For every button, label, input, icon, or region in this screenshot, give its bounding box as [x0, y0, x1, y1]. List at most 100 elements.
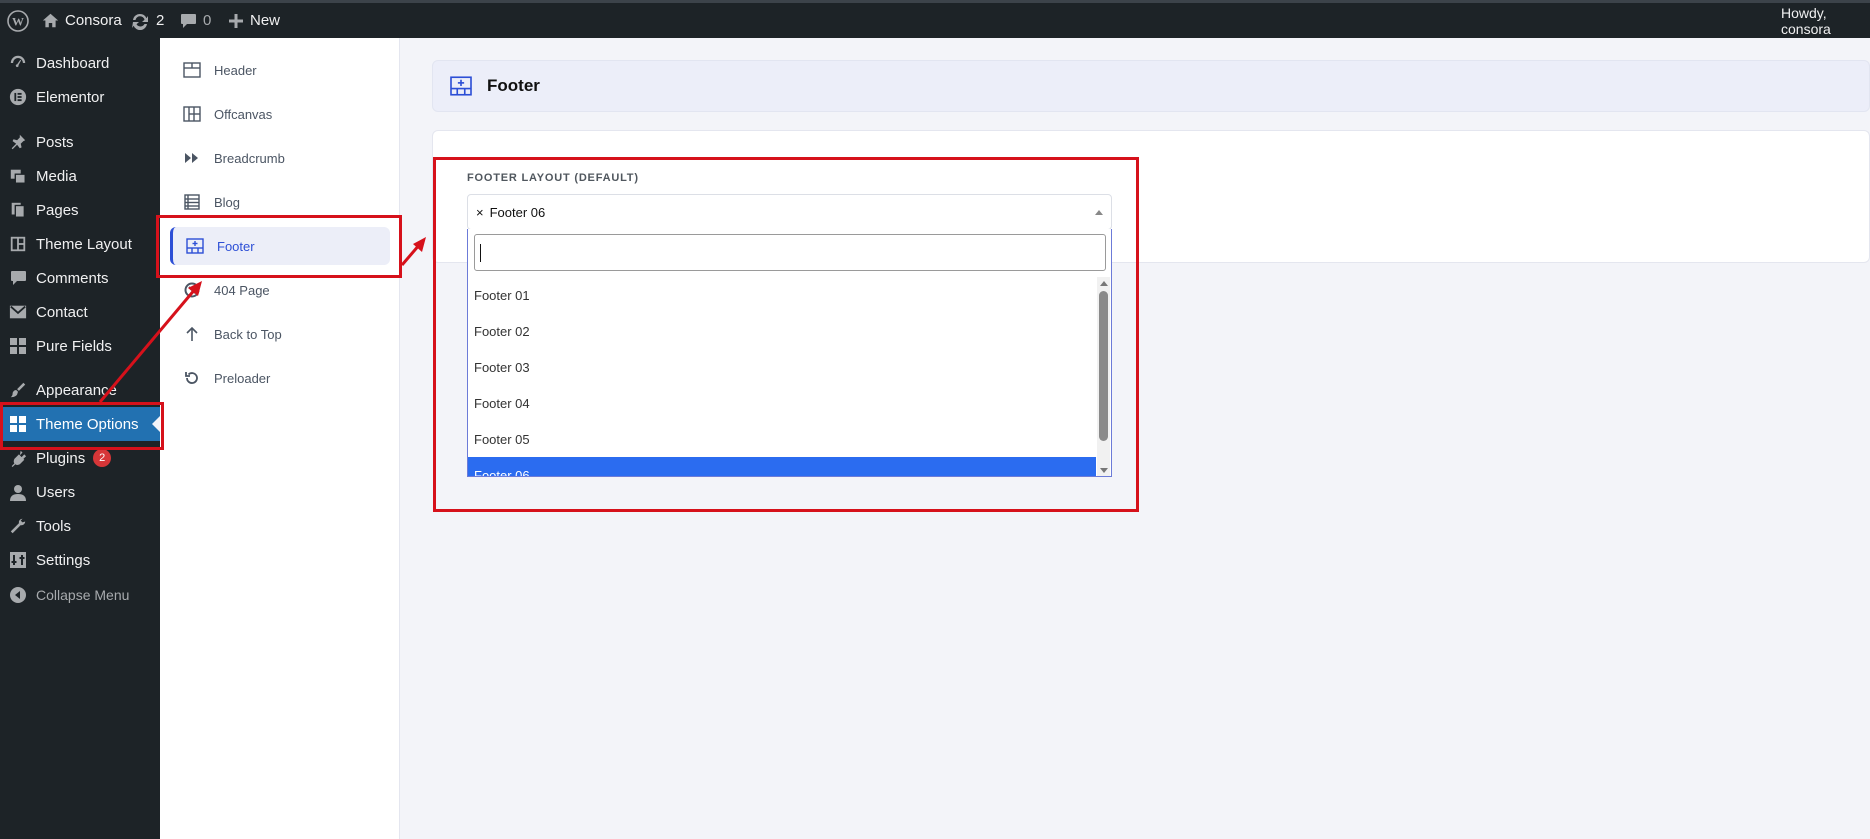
- tab-label: Header: [214, 62, 257, 78]
- site-name: Consora: [65, 12, 122, 29]
- wordpress-logo-icon[interactable]: W: [7, 3, 29, 38]
- menu-contact[interactable]: Contact: [0, 295, 160, 329]
- grid-icon: [0, 416, 36, 432]
- comment-icon: [181, 13, 196, 28]
- plus-icon: [229, 13, 243, 28]
- refresh-icon: [170, 370, 214, 386]
- tab-label: Blog: [214, 194, 241, 210]
- scroll-thumb[interactable]: [1099, 291, 1108, 441]
- option-footer-03[interactable]: Footer 03: [468, 349, 1096, 385]
- option-footer-02[interactable]: Footer 02: [468, 313, 1096, 349]
- menu-label: Settings: [36, 551, 91, 569]
- menu-label: Posts: [36, 133, 74, 151]
- tab-label: Breadcrumb: [214, 150, 285, 166]
- pin-icon: [0, 133, 36, 151]
- plugins-update-badge: 2: [93, 449, 112, 467]
- option-footer-06[interactable]: Footer 06: [468, 457, 1096, 476]
- page-title: Footer: [487, 76, 540, 95]
- footer-icon: [173, 238, 217, 254]
- option-footer-05[interactable]: Footer 05: [468, 421, 1096, 457]
- theme-options-nav: Header Offcanvas Breadcrumb Blog Footer …: [160, 38, 400, 839]
- layout-icon: [0, 235, 36, 253]
- tab-footer[interactable]: Footer: [170, 227, 390, 265]
- dropdown-scrollbar[interactable]: [1097, 277, 1110, 476]
- pages-icon: [0, 201, 36, 219]
- settings-icon: [0, 552, 36, 568]
- menu-dashboard[interactable]: Dashboard: [0, 46, 160, 80]
- option-list: Footer 01 Footer 02 Footer 03 Footer 04 …: [468, 277, 1096, 476]
- caret-up-icon[interactable]: [1095, 210, 1103, 215]
- menu-pure-fields[interactable]: Pure Fields: [0, 329, 160, 363]
- media-icon: [0, 167, 36, 185]
- menu-label: Dashboard: [36, 54, 110, 72]
- menu-label: Pages: [36, 201, 79, 219]
- menu-comments[interactable]: Comments: [0, 261, 160, 295]
- tab-label: Offcanvas: [214, 106, 273, 122]
- section-header: Footer: [432, 60, 1870, 112]
- scroll-down-icon[interactable]: [1100, 468, 1108, 473]
- menu-plugins[interactable]: Plugins 2: [0, 441, 160, 475]
- menu-label: Users: [36, 483, 76, 501]
- dropdown-search-input[interactable]: [474, 234, 1106, 271]
- brush-icon: [0, 381, 36, 399]
- arrow-up-icon: [170, 326, 214, 342]
- comments-link[interactable]: 0: [180, 3, 211, 38]
- menu-media[interactable]: Media: [0, 159, 160, 193]
- howdy-text: Howdy, consora: [1781, 4, 1831, 37]
- my-account-link[interactable]: Howdy, consora: [1781, 3, 1870, 38]
- grid-icon: [0, 338, 36, 354]
- menu-label: Pure Fields: [36, 337, 112, 355]
- footer-icon: [449, 76, 477, 96]
- field-label: FOOTER LAYOUT (DEFAULT): [467, 172, 639, 184]
- admin-sidebar: Dashboard Elementor Posts Media Pages Th…: [0, 38, 160, 839]
- dashboard-icon: [0, 54, 36, 72]
- select-dropdown: Footer 01 Footer 02 Footer 03 Footer 04 …: [467, 229, 1112, 477]
- new-content-link[interactable]: New: [228, 3, 280, 38]
- menu-label: Theme Options: [36, 415, 139, 433]
- breadcrumb-icon: [170, 152, 214, 164]
- menu-label: Plugins: [36, 449, 86, 467]
- tab-label: Back to Top: [214, 326, 282, 342]
- menu-tools[interactable]: Tools: [0, 509, 160, 543]
- footer-layout-select[interactable]: × Footer 06: [467, 194, 1112, 230]
- scroll-up-icon[interactable]: [1100, 281, 1108, 286]
- menu-label: Collapse Menu: [36, 587, 130, 603]
- tab-label: Footer: [217, 238, 255, 254]
- 404-icon: [170, 282, 214, 298]
- mail-icon: [0, 304, 36, 320]
- menu-label: Media: [36, 167, 77, 185]
- plugin-icon: [0, 449, 36, 467]
- menu-collapse[interactable]: Collapse Menu: [0, 578, 160, 612]
- tab-label: 404 Page: [214, 282, 270, 298]
- updates-icon: [132, 13, 148, 30]
- menu-appearance[interactable]: Appearance: [0, 373, 160, 407]
- blog-icon: [170, 194, 214, 210]
- header-icon: [170, 62, 214, 78]
- option-footer-01[interactable]: Footer 01: [468, 277, 1096, 313]
- menu-theme-layout[interactable]: Theme Layout: [0, 227, 160, 261]
- new-label: New: [250, 12, 281, 29]
- comment-icon: [0, 270, 36, 286]
- menu-pages[interactable]: Pages: [0, 193, 160, 227]
- menu-label: Appearance: [36, 381, 117, 399]
- admin-bar: W Consora 2 0 New Howdy, consora: [0, 0, 1870, 38]
- selected-value: Footer 06: [489, 204, 546, 220]
- elementor-icon: [0, 88, 36, 106]
- user-icon: [0, 484, 36, 501]
- site-name-link[interactable]: Consora: [42, 3, 122, 38]
- menu-users[interactable]: Users: [0, 475, 160, 509]
- menu-label: Theme Layout: [36, 235, 132, 253]
- home-icon: [42, 13, 59, 28]
- wrench-icon: [0, 517, 36, 535]
- menu-elementor[interactable]: Elementor: [0, 80, 160, 114]
- menu-posts[interactable]: Posts: [0, 125, 160, 159]
- updates-count: 2: [156, 12, 165, 29]
- menu-label: Comments: [36, 269, 109, 287]
- updates-link[interactable]: 2: [130, 3, 164, 38]
- option-footer-04[interactable]: Footer 04: [468, 385, 1096, 421]
- menu-theme-options[interactable]: Theme Options: [0, 407, 160, 441]
- menu-settings[interactable]: Settings: [0, 543, 160, 577]
- menu-label: Elementor: [36, 88, 105, 106]
- clear-selection-icon[interactable]: ×: [476, 205, 484, 220]
- menu-label: Tools: [36, 517, 72, 535]
